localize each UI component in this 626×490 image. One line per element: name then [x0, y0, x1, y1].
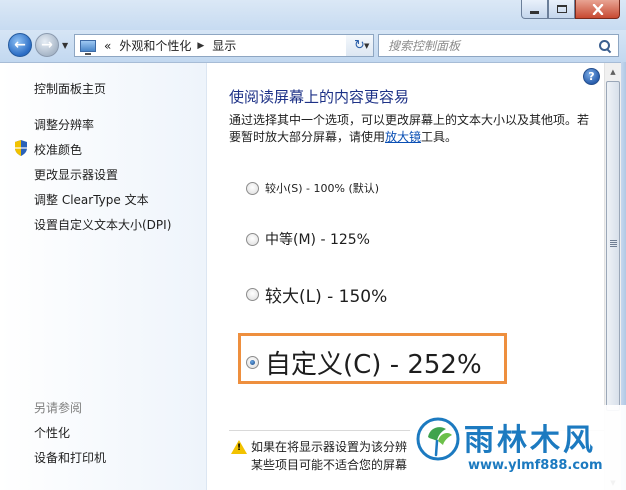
- title-bar: [0, 0, 626, 30]
- sidebar-item-resolution[interactable]: 调整分辨率: [34, 116, 94, 133]
- warning-text: 如果在将显示器设置为该分辨 某些项目可能不适合您的屏幕: [251, 438, 407, 474]
- option-larger-label: 较大(L) - 150%: [265, 287, 388, 307]
- description-text-end: 工具。: [421, 130, 458, 144]
- radio-larger[interactable]: [246, 288, 259, 301]
- option-smaller[interactable]: 较小(S) - 100% (默认): [246, 180, 379, 196]
- grip-icon: [610, 240, 617, 247]
- magnifier-link[interactable]: 放大镜: [385, 130, 421, 144]
- sidebar: 控制面板主页 调整分辨率 校准颜色 更改显示器设置 调整 ClearType 文…: [0, 63, 207, 490]
- sidebar-home-link[interactable]: 控制面板主页: [34, 80, 106, 97]
- scroll-up-button[interactable]: ▲: [605, 63, 621, 80]
- leaf-logo-icon: [416, 417, 460, 461]
- maximize-button[interactable]: [548, 0, 575, 19]
- warning-icon: !: [231, 440, 247, 454]
- option-medium-label: 中等(M) - 125%: [265, 232, 370, 248]
- minimize-icon: [530, 10, 539, 14]
- recent-pages-dropdown[interactable]: ▼: [62, 41, 68, 50]
- chevron-right-icon[interactable]: ▶: [197, 41, 204, 51]
- sidebar-item-custom-dpi[interactable]: 设置自定义文本大小(DPI): [34, 216, 171, 233]
- maximize-icon: [556, 5, 567, 13]
- forward-button[interactable]: →: [35, 33, 59, 57]
- option-custom[interactable]: 自定义(C) - 252%: [246, 344, 482, 381]
- close-icon: [592, 3, 603, 15]
- see-also-heading: 另请参阅: [34, 401, 83, 415]
- sidebar-item-calibrate-color[interactable]: 校准颜色: [34, 141, 82, 158]
- arrow-left-icon: ←: [14, 37, 26, 53]
- page-title: 使阅读屏幕上的内容更容易: [229, 88, 410, 106]
- warning-line-2: 某些项目可能不适合您的屏幕: [251, 458, 408, 472]
- refresh-button[interactable]: ↻: [346, 34, 374, 57]
- option-medium[interactable]: 中等(M) - 125%: [246, 229, 370, 249]
- option-smaller-label: 较小(S) - 100% (默认): [265, 182, 380, 195]
- minimize-button[interactable]: [521, 0, 548, 19]
- radio-custom[interactable]: [246, 356, 259, 369]
- watermark-name: 雨林木风: [464, 423, 596, 458]
- chevron-up-icon: ▲: [610, 67, 616, 76]
- help-icon[interactable]: ?: [583, 68, 600, 85]
- radio-medium[interactable]: [246, 232, 259, 246]
- scroll-thumb[interactable]: [606, 81, 620, 411]
- option-larger[interactable]: 较大(L) - 150%: [246, 282, 387, 307]
- shield-icon: [15, 140, 27, 156]
- search-input[interactable]: 搜索控制面板: [388, 37, 598, 54]
- back-button[interactable]: ←: [8, 33, 32, 57]
- sidebar-item-cleartype[interactable]: 调整 ClearType 文本: [34, 191, 149, 208]
- control-panel-icon: [80, 39, 96, 55]
- address-bar[interactable]: « 外观和个性化 ▶ 显示 ▼: [74, 34, 374, 57]
- navigation-bar: ← → ▼ « 外观和个性化 ▶ 显示 ▼ ↻ ▼ 搜索控制面板: [0, 30, 626, 62]
- sidebar-item-display-settings[interactable]: 更改显示器设置: [34, 166, 118, 183]
- arrow-right-icon: →: [41, 37, 53, 53]
- watermark-url: www.ylmf888.com: [468, 458, 603, 473]
- breadcrumb-display[interactable]: 显示: [212, 37, 236, 54]
- search-box[interactable]: 搜索控制面板: [378, 34, 619, 57]
- search-icon[interactable]: [598, 39, 612, 53]
- breadcrumb-appearance[interactable]: 外观和个性化: [119, 37, 191, 54]
- sidebar-item-devices-printers[interactable]: 设备和打印机: [34, 449, 106, 466]
- chevron-down-icon: ▼: [62, 41, 69, 50]
- description: 通过选择其中一个选项，可以更改屏幕上的文本大小以及其他项。若要暂时放大部分屏幕，…: [229, 112, 597, 146]
- watermark: 雨林木风 www.ylmf888.com: [410, 405, 626, 490]
- window-controls: [521, 0, 620, 19]
- radio-smaller[interactable]: [246, 181, 259, 195]
- address-overflow[interactable]: «: [104, 39, 111, 53]
- warning-line-1: 如果在将显示器设置为该分辨: [251, 440, 408, 454]
- close-button[interactable]: [575, 0, 620, 19]
- option-custom-label: 自定义(C) - 252%: [265, 350, 482, 380]
- sidebar-item-personalization[interactable]: 个性化: [34, 424, 70, 441]
- refresh-dropdown-icon[interactable]: ▼: [364, 42, 369, 50]
